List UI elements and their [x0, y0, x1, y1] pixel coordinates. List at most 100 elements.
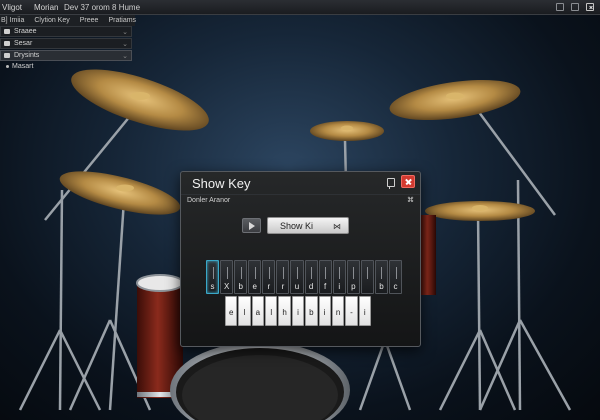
- key-top[interactable]: d: [304, 260, 318, 294]
- key-top[interactable]: b: [234, 260, 248, 294]
- key-label: h: [282, 308, 287, 317]
- show-key-button[interactable]: Show Ki ⋈: [267, 217, 349, 234]
- play-button[interactable]: [242, 218, 261, 233]
- key-label: c: [393, 282, 398, 291]
- key-label: r: [281, 282, 285, 291]
- key-bottom[interactable]: i: [291, 296, 305, 326]
- key-bottom[interactable]: l: [238, 296, 251, 326]
- key-label: i: [338, 282, 341, 291]
- menu-item-file[interactable]: Vligot: [0, 3, 28, 12]
- tab-preee[interactable]: Preee: [75, 17, 104, 24]
- cymbal-center: [310, 121, 384, 141]
- minimize-icon[interactable]: [556, 3, 564, 11]
- sidebar-item-label: Drysints: [14, 52, 40, 59]
- key-top[interactable]: b: [374, 260, 389, 294]
- chevron-icon: ⌄: [122, 29, 128, 36]
- key-bottom[interactable]: h: [278, 296, 291, 326]
- key-bottom[interactable]: n: [331, 296, 345, 326]
- tab-clytion-key[interactable]: Clytion Key: [29, 17, 74, 24]
- menu-item-edit[interactable]: Morian: [28, 3, 64, 12]
- key-mark: [325, 267, 327, 279]
- dialog-title: Show Key: [192, 176, 251, 191]
- drum-icon: [4, 53, 10, 58]
- key-label: b: [238, 282, 243, 291]
- key-mark: [268, 267, 270, 279]
- key-mark: [367, 267, 369, 279]
- dialog-header: Show Key: [181, 172, 420, 195]
- sidebar-sub-item[interactable]: Masart: [0, 62, 132, 70]
- key-top[interactable]: e: [248, 260, 262, 294]
- key-label: b: [379, 282, 384, 291]
- key-top[interactable]: s: [206, 260, 220, 294]
- key-top[interactable]: X: [220, 260, 234, 294]
- key-mark: [339, 267, 341, 279]
- key-mark: [254, 267, 256, 279]
- key-top[interactable]: [360, 260, 374, 294]
- key-top[interactable]: c: [389, 260, 403, 294]
- key-label: i: [297, 308, 299, 317]
- key-mark: [297, 267, 298, 279]
- key-row-top: sXberrudfip bc: [206, 260, 403, 294]
- bowtie-icon: ⋈: [333, 222, 341, 231]
- drum-icon: [4, 41, 10, 46]
- bullet-icon: [6, 65, 9, 68]
- side-panel: Sraaee ⌄ Sesar ⌄ Drysints ⌄ Masart: [0, 26, 132, 70]
- key-top[interactable]: r: [276, 260, 290, 294]
- key-top[interactable]: p: [346, 260, 360, 294]
- key-label: -: [350, 308, 353, 317]
- key-mark: [381, 267, 383, 279]
- key-label: p: [351, 282, 356, 291]
- key-top[interactable]: i: [332, 260, 346, 294]
- window-controls: [556, 3, 594, 11]
- key-label: i: [323, 308, 326, 317]
- tab-imiia[interactable]: B] Imiia: [0, 17, 29, 24]
- close-icon[interactable]: [586, 3, 594, 11]
- key-label: u: [294, 282, 300, 291]
- sidebar-item-label: Sesar: [14, 40, 33, 47]
- sidebar-item-drysints[interactable]: Drysints ⌄: [0, 50, 132, 61]
- key-top[interactable]: u: [290, 260, 304, 294]
- key-bottom[interactable]: -: [345, 296, 358, 326]
- options-icon[interactable]: ⌘: [407, 197, 414, 204]
- key-mark: [311, 267, 313, 279]
- key-mark: [282, 267, 284, 279]
- key-mark: [353, 267, 355, 279]
- sidebar-sub-label: Masart: [12, 63, 34, 70]
- key-bottom[interactable]: e: [225, 296, 238, 326]
- key-bottom[interactable]: i: [318, 296, 331, 326]
- key-label: b: [309, 308, 314, 317]
- key-mark: [212, 267, 214, 279]
- key-bottom[interactable]: b: [305, 296, 318, 326]
- key-label: l: [243, 308, 246, 317]
- cymbal-left: [59, 171, 181, 215]
- key-mark: [395, 267, 397, 279]
- key-top[interactable]: f: [318, 260, 332, 294]
- sidebar-item-sesar[interactable]: Sesar ⌄: [0, 38, 132, 49]
- bass-drum: [170, 342, 350, 420]
- pin-icon[interactable]: [387, 178, 395, 189]
- key-label: i: [363, 308, 366, 317]
- key-label: f: [324, 282, 327, 291]
- drum-icon: [4, 29, 10, 34]
- chevron-down-icon: ⌄: [122, 53, 128, 60]
- key-bottom[interactable]: l: [265, 296, 278, 326]
- key-label: s: [210, 282, 215, 291]
- key-label: r: [267, 282, 271, 291]
- key-label: e: [252, 282, 257, 291]
- key-bottom[interactable]: a: [251, 296, 265, 326]
- key-bottom[interactable]: i: [358, 296, 371, 326]
- close-icon[interactable]: [401, 175, 415, 188]
- show-key-dialog: Show Key Donler Aranor ⌘ Show Ki ⋈ sXber…: [180, 171, 421, 347]
- maximize-icon[interactable]: [571, 3, 579, 11]
- dialog-subtitle: Donler Aranor: [187, 197, 231, 204]
- cymbal-right: [425, 201, 535, 221]
- key-label: X: [223, 282, 230, 291]
- menu-bar: Vligot Morian Dev 37 orom 8 Hume: [0, 0, 600, 15]
- key-top[interactable]: r: [262, 260, 276, 294]
- sidebar-item-sraaee[interactable]: Sraaee ⌄: [0, 26, 132, 37]
- tab-pratiams[interactable]: Pratiams: [103, 17, 141, 24]
- key-mark: [240, 267, 242, 279]
- cymbal-top-right: [389, 79, 521, 121]
- key-label: [362, 282, 373, 291]
- key-row-bottom: elalhibin-i: [225, 296, 372, 326]
